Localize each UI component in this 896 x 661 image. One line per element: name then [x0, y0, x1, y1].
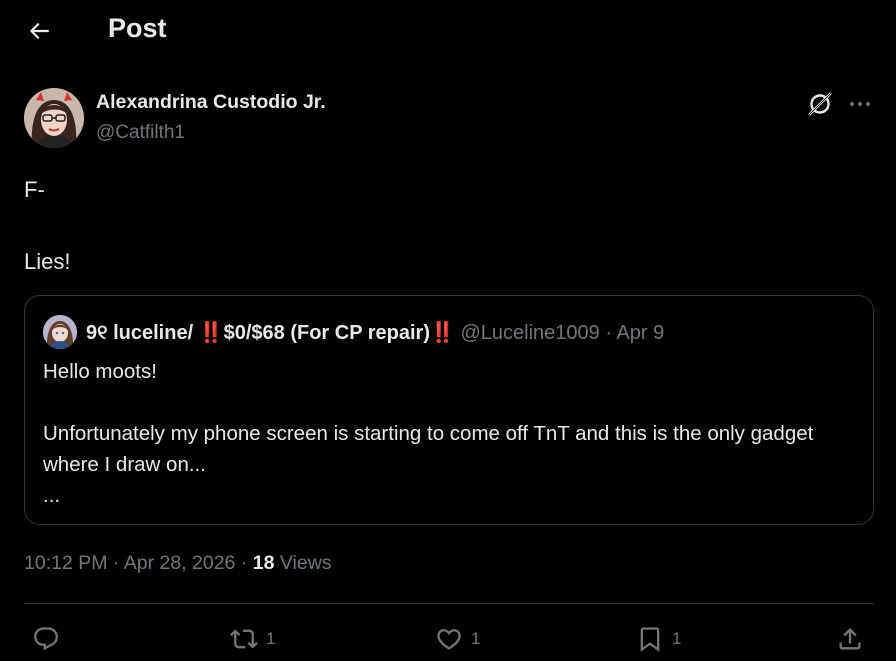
- repost-count: 1: [266, 629, 276, 648]
- post-date[interactable]: Apr 28, 2026: [124, 552, 236, 574]
- bookmark-count: 1: [672, 629, 682, 648]
- post-meta: 10:12 PM · Apr 28, 2026 · 18 Views: [24, 552, 332, 575]
- views-count: 18: [252, 552, 275, 574]
- share-button[interactable]: [836, 624, 864, 654]
- like-icon: [437, 629, 461, 650]
- quoted-dot-separator: ·: [605, 322, 612, 344]
- reply-icon: [34, 627, 58, 651]
- more-icon[interactable]: [846, 90, 874, 118]
- post-time[interactable]: 10:12 PM: [24, 552, 107, 574]
- repost-icon: [230, 629, 258, 649]
- grok-icon[interactable]: [806, 90, 834, 118]
- quoted-post-date: Apr 9: [616, 322, 665, 344]
- views-label: Views: [279, 552, 332, 574]
- bookmark-button[interactable]: 1: [636, 624, 681, 654]
- bookmark-icon: [640, 627, 660, 652]
- quoted-author-handle: @Luceline1009: [460, 322, 600, 344]
- author-name[interactable]: Alexandrina Custodio Jr.: [96, 91, 326, 114]
- page-title: Post: [108, 13, 167, 43]
- quoted-author-name: 9୧ luceline/ ‼️$0/$68 (For CP repair)‼️: [86, 322, 455, 344]
- share-icon: [839, 628, 861, 650]
- action-bar: 1 1 1: [0, 612, 896, 661]
- quoted-author-avatar: [43, 315, 77, 349]
- like-count: 1: [471, 629, 481, 648]
- post-author: Alexandrina Custodio Jr. @Catfilth1: [24, 88, 874, 150]
- like-button[interactable]: 1: [435, 624, 480, 654]
- meta-dot-separator: ·: [240, 552, 248, 574]
- back-arrow-icon: [29, 22, 49, 40]
- quoted-post[interactable]: 9୧ luceline/ ‼️$0/$68 (For CP repair)‼️ …: [24, 295, 874, 525]
- divider: [24, 603, 874, 604]
- quoted-post-header: 9୧ luceline/ ‼️$0/$68 (For CP repair)‼️ …: [86, 320, 664, 345]
- back-button[interactable]: [22, 14, 56, 48]
- repost-button[interactable]: 1: [230, 624, 275, 654]
- reply-button[interactable]: [32, 624, 68, 654]
- author-handle[interactable]: @Catfilth1: [96, 122, 185, 144]
- quoted-post-text: Hello moots! Unfortunately my phone scre…: [43, 360, 814, 507]
- meta-dot-separator: ·: [112, 552, 120, 574]
- avatar-image: [24, 88, 84, 148]
- author-avatar[interactable]: [24, 88, 84, 148]
- top-bar: Post: [0, 0, 896, 62]
- post-text: F- Lies!: [24, 177, 71, 274]
